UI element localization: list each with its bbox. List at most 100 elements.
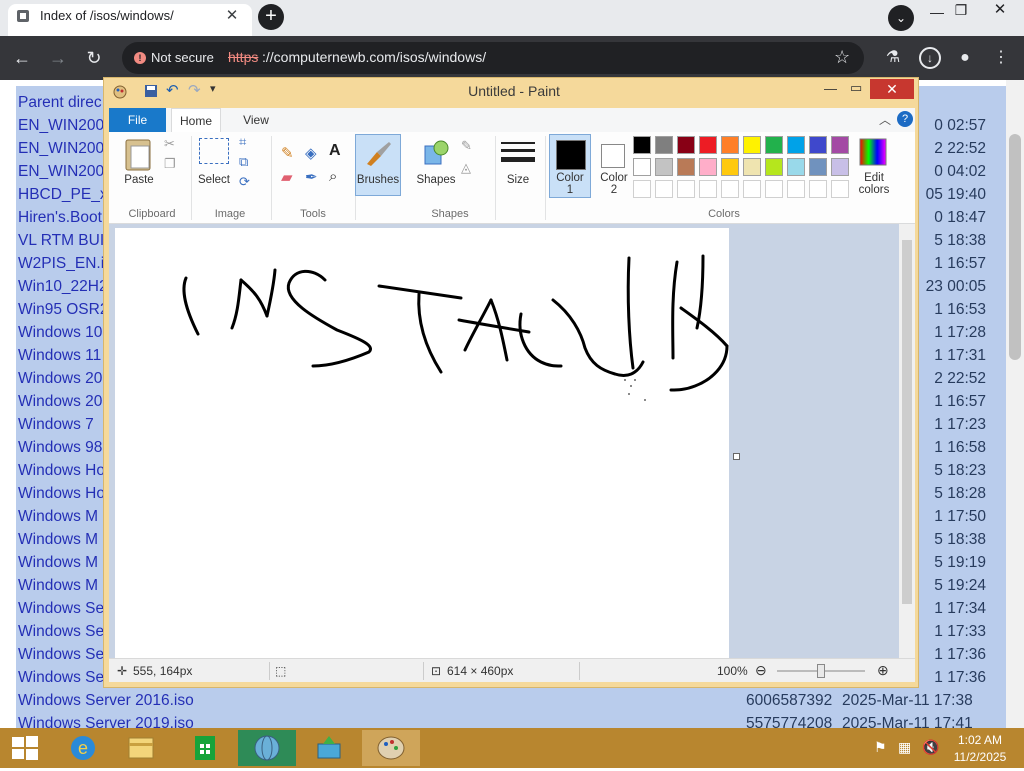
bookmark-star-icon[interactable]: ☆ [834,47,850,68]
color2-swatch[interactable] [601,144,625,168]
color-swatch[interactable] [787,158,805,176]
undo-icon[interactable]: ↶ [166,81,179,99]
canvas-resize-handle[interactable] [733,453,740,460]
brushes-label[interactable]: Brushes [355,174,401,186]
close-window-icon[interactable]: ✕ [980,0,1020,20]
page-scroll-thumb[interactable] [1009,134,1021,360]
pencil-icon[interactable]: ✎ [281,144,294,162]
color-picker-icon[interactable]: ✒ [305,168,318,186]
color-swatch[interactable] [699,180,717,198]
upload-app-icon[interactable] [300,730,358,766]
redo-icon[interactable]: ↷ [188,81,201,99]
fill-icon[interactable]: ◈ [305,144,317,162]
color-swatch[interactable] [721,180,739,198]
save-icon[interactable] [144,84,158,98]
color-swatch[interactable] [809,158,827,176]
cut-icon[interactable]: ✂ [164,136,175,152]
new-tab-button[interactable]: + [258,4,284,30]
help-icon[interactable]: ? [897,111,913,127]
color-swatch[interactable] [765,158,783,176]
color-swatch[interactable] [699,136,717,154]
internet-explorer-icon[interactable]: e [54,730,112,766]
paste-label[interactable]: Paste [119,174,159,186]
resize-icon[interactable]: ⧉ [239,154,248,170]
tab-home[interactable]: Home [171,108,221,132]
tab-close-icon[interactable]: ✕ [222,6,242,26]
store-icon[interactable] [176,730,234,766]
color-swatch[interactable] [633,180,651,198]
color-swatch[interactable] [831,180,849,198]
paint-taskbar-icon[interactable] [362,730,420,766]
minimize-icon[interactable]: — [926,4,948,24]
download-icon[interactable]: ↓ [919,47,941,69]
action-center-flag-icon[interactable]: ⚑ [874,739,887,756]
network-icon[interactable]: ▦ [898,739,911,756]
zoom-slider-thumb[interactable] [817,664,825,678]
crop-icon[interactable]: ⌗ [239,134,246,150]
color-swatch[interactable] [655,180,673,198]
copy-icon[interactable]: ❐ [164,156,176,172]
volume-muted-icon[interactable]: 🔇 [922,739,939,756]
color-swatch[interactable] [721,136,739,154]
outline-icon[interactable]: ✎ [461,138,472,154]
customize-qat-icon[interactable]: ▾ [210,82,216,95]
size-icon[interactable] [501,140,535,166]
color-swatch[interactable] [765,180,783,198]
tab-search-icon[interactable]: ⌄ [888,5,914,31]
magnifier-icon[interactable]: ⌕ [329,168,337,185]
color-swatch[interactable] [743,136,761,154]
color-swatch[interactable] [677,180,695,198]
restore-icon[interactable]: ❐ [950,2,972,22]
color2-label[interactable]: Color 2 [593,172,635,196]
size-label[interactable]: Size [499,174,537,186]
profile-icon[interactable]: ● [954,47,976,69]
paint-close-icon[interactable]: ✕ [870,79,914,99]
eraser-icon[interactable]: ▰ [281,168,293,186]
clock-date[interactable]: 11/2/2025 [944,750,1016,764]
text-tool-icon[interactable]: A [329,142,341,160]
not-secure-label[interactable]: Not secure [151,50,214,65]
shapes-label[interactable]: Shapes [411,174,461,186]
globe-app-icon[interactable] [238,730,296,766]
select-icon[interactable] [199,138,229,164]
color-swatch[interactable] [721,158,739,176]
zoom-in-icon[interactable]: ⊕ [877,662,889,679]
color-swatch[interactable] [765,136,783,154]
drawing-canvas[interactable] [115,228,729,658]
canvas-scrollbar[interactable] [899,224,915,658]
reload-icon[interactable]: ↻ [82,46,106,70]
edit-colors-icon[interactable] [859,138,887,166]
paste-icon[interactable] [123,136,155,172]
select-label[interactable]: Select [193,174,235,186]
zoom-out-icon[interactable]: ⊖ [755,662,767,679]
paint-maximize-icon[interactable]: ▭ [850,80,862,96]
fill-shape-icon[interactable]: ◬ [461,160,471,176]
color-swatch[interactable] [787,136,805,154]
color-swatch[interactable] [831,136,849,154]
color-swatch[interactable] [655,136,673,154]
tab-file[interactable]: File [109,108,166,132]
menu-icon[interactable]: ⋮ [990,47,1012,69]
color-swatch[interactable] [743,158,761,176]
ribbon-collapse-icon[interactable]: ︿ [879,111,891,128]
color-swatch[interactable] [787,180,805,198]
color-swatch[interactable] [677,136,695,154]
shapes-icon[interactable] [421,138,451,168]
color-swatch[interactable] [809,136,827,154]
color-swatch[interactable] [633,158,651,176]
color-swatch[interactable] [633,136,651,154]
forward-icon[interactable]: → [46,46,70,70]
labs-flask-icon[interactable]: ⚗ [882,47,904,69]
canvas-scroll-thumb[interactable] [902,240,912,604]
paint-minimize-icon[interactable]: — [824,81,837,96]
tab-view[interactable]: View [231,108,281,132]
color-swatch[interactable] [831,158,849,176]
edit-colors-label[interactable]: Edit colors [849,172,899,196]
rotate-icon[interactable]: ⟳ [239,174,250,190]
clock-time[interactable]: 1:02 AM [944,733,1016,747]
color-swatch[interactable] [699,158,717,176]
color-swatch[interactable] [743,180,761,198]
file-explorer-icon[interactable] [112,730,170,766]
color-swatch[interactable] [655,158,673,176]
color-swatch[interactable] [809,180,827,198]
